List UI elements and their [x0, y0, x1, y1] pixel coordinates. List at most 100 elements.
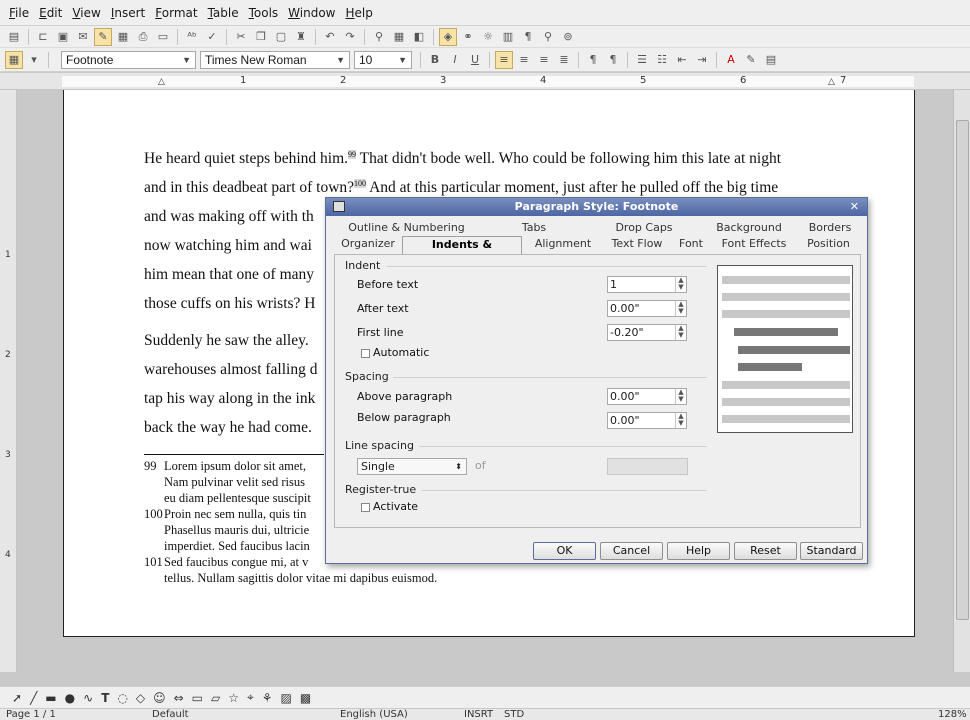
autospell-icon[interactable]: ✓	[203, 28, 221, 46]
underline-icon[interactable]: U	[466, 51, 484, 69]
status-language[interactable]: English (USA)	[340, 709, 408, 720]
cut-icon[interactable]: ✂	[232, 28, 250, 46]
format-paintbrush-icon[interactable]: ♜	[292, 28, 310, 46]
indent-marker-icon[interactable]: △	[158, 77, 165, 87]
cancel-button[interactable]: Cancel	[600, 542, 663, 560]
spin-arrows-icon[interactable]: ▲ ▼	[675, 389, 686, 404]
align-right-icon[interactable]: ≡	[535, 51, 553, 69]
reset-button[interactable]: Reset	[734, 542, 797, 560]
font-color-icon[interactable]: A	[722, 51, 740, 69]
basic-shapes-icon[interactable]: ◇	[136, 691, 145, 705]
spin-arrows-icon[interactable]: ▲ ▼	[675, 413, 686, 428]
flowchart-icon[interactable]: ▭	[192, 691, 203, 705]
formatting-marks-icon[interactable]: ¶	[519, 28, 537, 46]
save-icon[interactable]: ▣	[54, 28, 72, 46]
numbering-icon[interactable]: ☰	[633, 51, 651, 69]
points-icon[interactable]: ⌖	[247, 690, 254, 705]
menu-format[interactable]: Format	[150, 0, 202, 26]
stylist-icon[interactable]: ▦	[5, 50, 23, 69]
open-icon[interactable]: ⊏	[34, 28, 52, 46]
justify-icon[interactable]: ≣	[555, 51, 573, 69]
vertical-scrollbar[interactable]	[953, 90, 970, 672]
status-selection-mode[interactable]: STD	[504, 709, 524, 720]
print-icon[interactable]: ⎙	[134, 28, 152, 46]
help-button[interactable]: Help	[667, 542, 730, 560]
toolbar-options-icon[interactable]: ▾	[25, 51, 43, 69]
spellcheck-icon[interactable]: ᴬᵇ	[183, 28, 201, 46]
datasources-icon[interactable]: ▥	[499, 28, 517, 46]
below-paragraph-spinner[interactable]: 0.00" ▲ ▼	[607, 412, 687, 429]
symbol-shapes-icon[interactable]: ☺	[153, 691, 166, 705]
tab-background[interactable]: Background	[699, 220, 799, 236]
increase-indent-icon[interactable]: ⇥	[693, 51, 711, 69]
paragraph-style-combo[interactable]: Footnote ▼	[61, 50, 196, 69]
horizontal-ruler[interactable]: 1 2 3 4 5 6 7 △ △	[0, 73, 970, 90]
standard-button[interactable]: Standard	[800, 542, 863, 560]
hyperlink-icon[interactable]: ⚲	[370, 28, 388, 46]
block-arrows-icon[interactable]: ⇔	[174, 691, 184, 705]
copy-icon[interactable]: ❐	[252, 28, 270, 46]
align-center-icon[interactable]: ≡	[515, 51, 533, 69]
font-size-combo[interactable]: 10 ▼	[354, 50, 412, 69]
menu-insert[interactable]: Insert	[106, 0, 150, 26]
rectangle-icon[interactable]: ▬	[45, 691, 56, 705]
redo-icon[interactable]: ↷	[341, 28, 359, 46]
menu-tools[interactable]: Tools	[244, 0, 284, 26]
close-icon[interactable]: ✕	[850, 198, 859, 216]
show-draw-icon[interactable]: ◧	[410, 28, 428, 46]
fontwork-icon[interactable]: ⚘	[262, 691, 273, 705]
line-spacing-select[interactable]: Single ⬍	[357, 458, 467, 475]
select-arrow-icon[interactable]: ➚	[12, 691, 22, 705]
before-text-spinner[interactable]: 1 ▲ ▼	[607, 276, 687, 293]
undo-icon[interactable]: ↶	[321, 28, 339, 46]
ok-button[interactable]: OK	[533, 542, 596, 560]
scrollbar-thumb[interactable]	[956, 120, 969, 620]
help-icon[interactable]: ⊚	[559, 28, 577, 46]
automatic-checkbox[interactable]	[361, 349, 370, 358]
right-indent-marker-icon[interactable]: △	[828, 77, 835, 87]
extrusion-icon[interactable]: ▩	[300, 691, 311, 705]
background-color-icon[interactable]: ▤	[762, 51, 780, 69]
zoom-icon[interactable]: ⚲	[539, 28, 557, 46]
freeform-icon[interactable]: ∿	[83, 691, 93, 705]
status-zoom[interactable]: 128%	[938, 709, 967, 720]
text-tool-icon[interactable]: T	[101, 691, 109, 705]
stars-icon[interactable]: ☆	[228, 691, 239, 705]
spin-arrows-icon[interactable]: ▲ ▼	[675, 277, 686, 292]
gallery-icon[interactable]: ☼	[479, 28, 497, 46]
spin-arrows-icon[interactable]: ▲ ▼	[675, 325, 686, 340]
after-text-spinner[interactable]: 0.00" ▲ ▼	[607, 300, 687, 317]
spin-arrows-icon[interactable]: ▲ ▼	[675, 301, 686, 316]
first-line-spinner[interactable]: -0.20" ▲ ▼	[607, 324, 687, 341]
table-icon[interactable]: ▦	[390, 28, 408, 46]
rtl-icon[interactable]: ¶	[604, 51, 622, 69]
footnote-anchor[interactable]: 100	[354, 179, 367, 188]
ltr-icon[interactable]: ¶	[584, 51, 602, 69]
from-file-icon[interactable]: ▨	[281, 691, 292, 705]
menu-table[interactable]: Table	[203, 0, 244, 26]
menu-edit[interactable]: Edit	[34, 0, 67, 26]
dialog-titlebar[interactable]: Paragraph Style: Footnote ✕	[326, 198, 867, 216]
ellipse-icon[interactable]: ●	[65, 691, 75, 705]
bullets-icon[interactable]: ☷	[653, 51, 671, 69]
print-preview-icon[interactable]: ▭	[154, 28, 172, 46]
callout-icon[interactable]: ◌	[117, 691, 127, 705]
paste-icon[interactable]: ▢	[272, 28, 290, 46]
align-left-icon[interactable]: ≡	[495, 50, 513, 69]
bold-icon[interactable]: B	[426, 51, 444, 69]
menu-file[interactable]: File	[4, 0, 34, 26]
tab-drop-caps[interactable]: Drop Caps	[589, 220, 699, 236]
italic-icon[interactable]: I	[446, 51, 464, 69]
find-replace-icon[interactable]: ⚭	[459, 28, 477, 46]
menu-view[interactable]: View	[67, 0, 105, 26]
tab-tabs[interactable]: Tabs	[479, 220, 589, 236]
footnote-anchor[interactable]: 99	[348, 150, 357, 159]
menu-help[interactable]: Help	[341, 0, 378, 26]
new-document-icon[interactable]: ▤	[5, 28, 23, 46]
line-icon[interactable]: ╱	[30, 691, 37, 705]
above-paragraph-spinner[interactable]: 0.00" ▲ ▼	[607, 388, 687, 405]
navigator-icon[interactable]: ◈	[439, 27, 457, 46]
callouts-icon[interactable]: ▱	[211, 691, 220, 705]
status-page-style[interactable]: Default	[152, 709, 189, 720]
activate-checkbox[interactable]	[361, 503, 370, 512]
